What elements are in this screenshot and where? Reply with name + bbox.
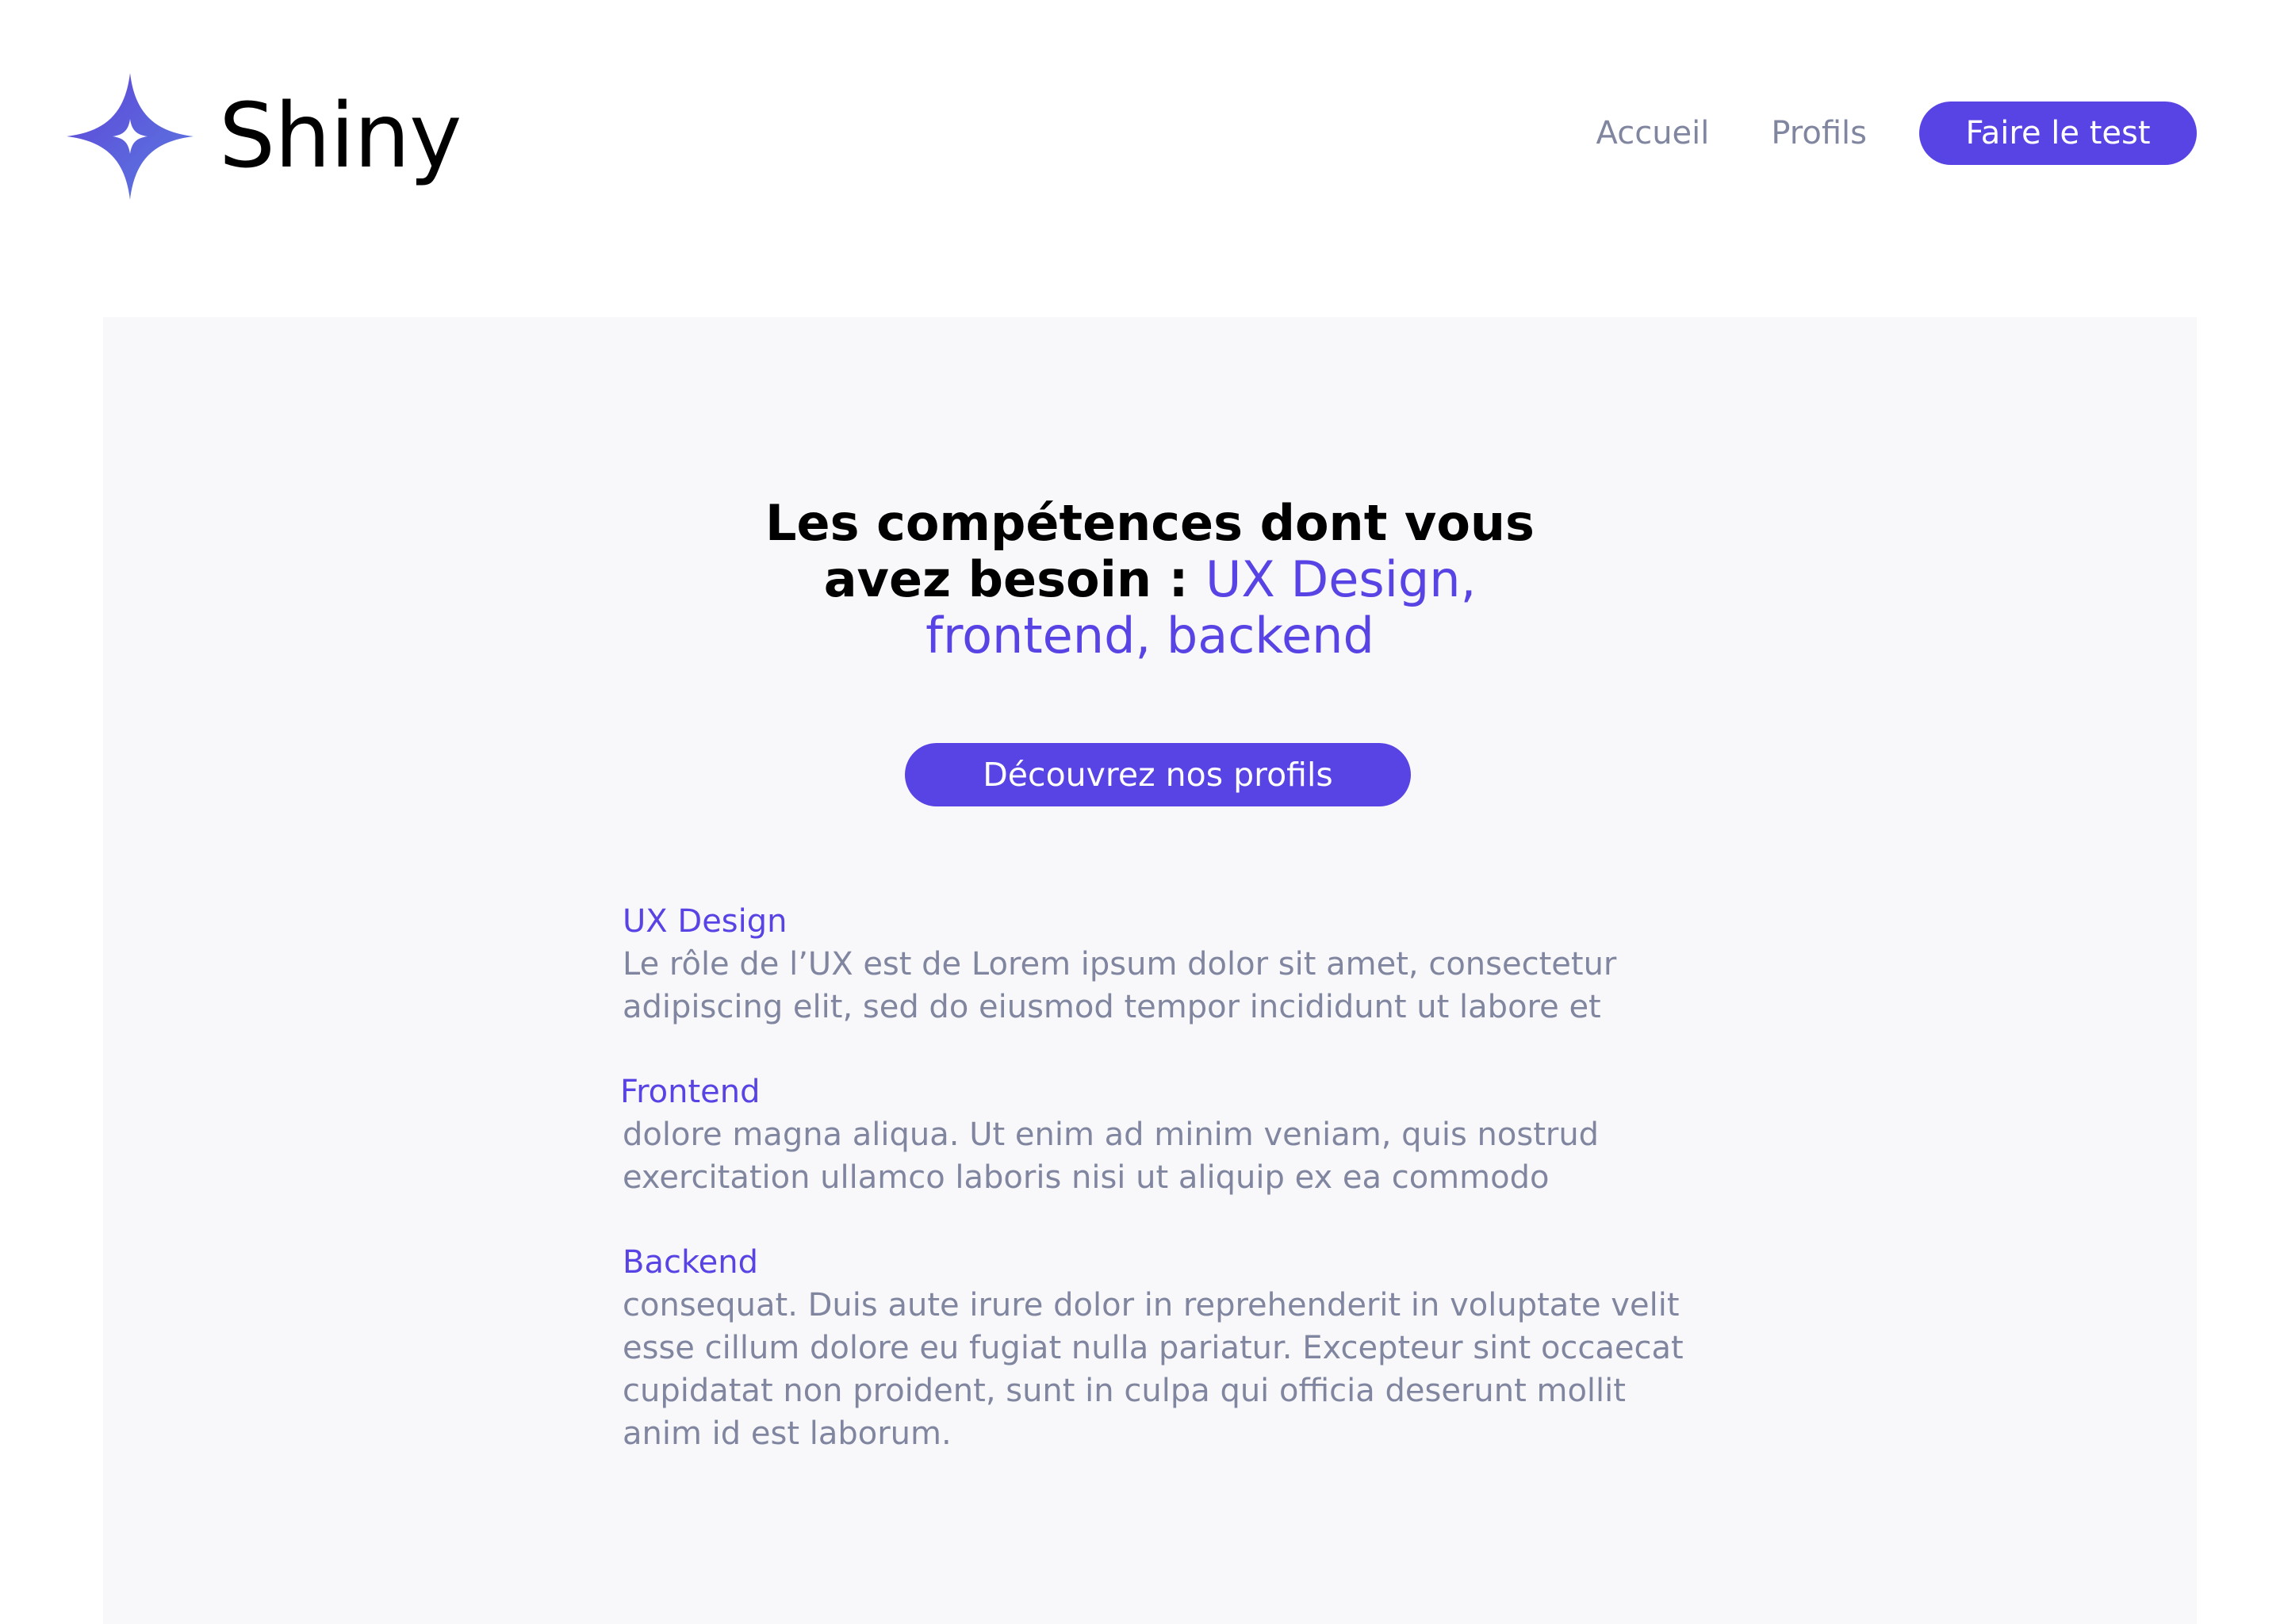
skill-frontend: Frontend dolore magna aliqua. Ut enim ad… <box>620 1071 1812 1199</box>
skill-description: consequat. Duis aute irure dolor in repr… <box>623 1287 1684 1452</box>
take-test-button[interactable]: Faire le test <box>1919 102 2197 165</box>
hero-panel: Les compétences dont vous avez besoin : … <box>103 317 2197 1624</box>
logo[interactable]: Shiny <box>67 73 462 200</box>
hero-title-accent-1: UX Design, <box>1205 550 1477 608</box>
hero-title-prefix: avez besoin : <box>823 550 1205 608</box>
sparkle-star-icon <box>67 73 194 200</box>
page: Shiny Accueil Profils Faire le test Les … <box>0 0 2284 1624</box>
skill-backend: Backend consequat. Duis aute irure dolor… <box>623 1241 1812 1455</box>
skill-title: Frontend <box>620 1074 761 1110</box>
main-nav: Accueil Profils Faire le test <box>1596 102 2197 165</box>
skills-list: UX Design Le rôle de l’UX est de Lorem i… <box>620 900 1812 1497</box>
skill-description: Le rôle de l’UX est de Lorem ipsum dolor… <box>623 946 1617 1025</box>
nav-link-profiles[interactable]: Profils <box>1771 115 1867 151</box>
hero-title-accent-2: frontend, backend <box>925 607 1374 665</box>
discover-profiles-button[interactable]: Découvrez nos profils <box>905 743 1411 806</box>
skill-ux-design: UX Design Le rôle de l’UX est de Lorem i… <box>623 900 1812 1028</box>
nav-link-home[interactable]: Accueil <box>1596 115 1710 151</box>
skill-title: Backend <box>623 1244 759 1281</box>
skill-title: UX Design <box>623 903 788 940</box>
logo-text: Shiny <box>219 85 462 188</box>
skill-description: dolore magna aliqua. Ut enim ad minim ve… <box>623 1116 1600 1196</box>
hero-title-line-2: avez besoin : UX Design, <box>103 551 2197 607</box>
hero-title-line-1: Les compétences dont vous <box>765 494 1535 552</box>
hero-title: Les compétences dont vous avez besoin : … <box>103 495 2197 664</box>
